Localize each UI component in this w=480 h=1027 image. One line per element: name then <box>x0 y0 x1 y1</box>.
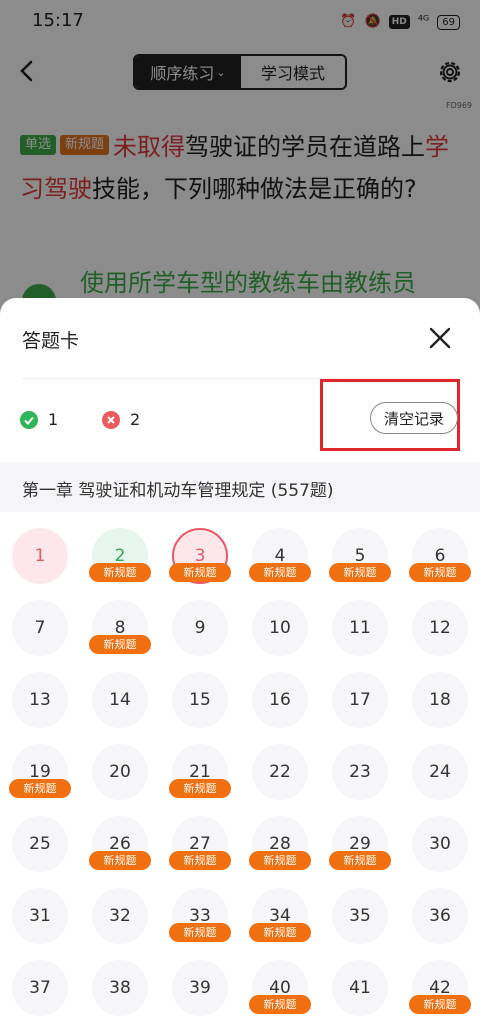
question-number-cell[interactable]: 20 <box>92 744 148 800</box>
question-number-cell[interactable]: 30 <box>412 816 468 872</box>
question-number-cell[interactable]: 35 <box>332 888 388 944</box>
question-number-cell[interactable]: 14 <box>92 672 148 728</box>
question-number-cell[interactable]: 39 <box>172 960 228 1016</box>
new-rule-badge: 新规题 <box>169 851 231 870</box>
new-rule-badge: 新规题 <box>89 851 151 870</box>
new-rule-badge: 新规题 <box>329 851 391 870</box>
cross-icon <box>102 411 120 429</box>
new-rule-badge: 新规题 <box>329 563 391 582</box>
chapter-title: 第一章 驾驶证和机动车管理规定 (557题) <box>22 481 334 501</box>
sheet-title: 答题卡 <box>22 330 80 352</box>
question-number-cell[interactable]: 24 <box>412 744 468 800</box>
new-rule-badge: 新规题 <box>249 923 311 942</box>
new-rule-badge: 新规题 <box>9 779 71 798</box>
question-number-cell[interactable]: 16 <box>252 672 308 728</box>
question-number-cell[interactable]: 12 <box>412 600 468 656</box>
new-rule-badge: 新规题 <box>249 563 311 582</box>
close-icon[interactable] <box>428 326 452 350</box>
question-number-cell[interactable]: 17 <box>332 672 388 728</box>
question-number-cell[interactable]: 25 <box>12 816 68 872</box>
question-number-cell[interactable]: 31 <box>12 888 68 944</box>
new-rule-badge: 新规题 <box>169 779 231 798</box>
question-number-cell[interactable]: 7 <box>12 600 68 656</box>
question-number-cell[interactable]: 15 <box>172 672 228 728</box>
clear-record-button[interactable]: 清空记录 <box>370 402 458 434</box>
question-number-cell[interactable]: 37 <box>12 960 68 1016</box>
new-rule-badge: 新规题 <box>169 563 231 582</box>
correct-count: 1 <box>48 410 59 429</box>
question-number-cell[interactable]: 18 <box>412 672 468 728</box>
new-rule-badge: 新规题 <box>89 563 151 582</box>
new-rule-badge: 新规题 <box>169 923 231 942</box>
new-rule-badge: 新规题 <box>409 995 471 1014</box>
question-number-cell[interactable]: 38 <box>92 960 148 1016</box>
question-number-cell[interactable]: 1 <box>12 528 68 584</box>
question-number-cell[interactable]: 23 <box>332 744 388 800</box>
wrong-count: 2 <box>130 410 141 429</box>
new-rule-badge: 新规题 <box>89 635 151 654</box>
question-number-cell[interactable]: 36 <box>412 888 468 944</box>
answer-card-sheet: 答题卡 1 2 清空记录 第一章 驾驶证和机动车管理规定 (557题) 1 2 新规… <box>0 298 480 1027</box>
question-number-cell[interactable]: 9 <box>172 600 228 656</box>
question-number-cell[interactable]: 32 <box>92 888 148 944</box>
question-grid: 1 2 新规题 3 新规题 4 新规题 5 新规题 6 新规题 7 8 新规题 9 10 11 12 13 14 15 1… <box>0 516 480 1027</box>
question-number-cell[interactable]: 22 <box>252 744 308 800</box>
question-number-cell[interactable]: 41 <box>332 960 388 1016</box>
new-rule-badge: 新规题 <box>409 563 471 582</box>
question-number-cell[interactable]: 11 <box>332 600 388 656</box>
question-number-cell[interactable]: 10 <box>252 600 308 656</box>
new-rule-badge: 新规题 <box>249 851 311 870</box>
check-icon <box>20 411 38 429</box>
question-number-cell[interactable]: 13 <box>12 672 68 728</box>
new-rule-badge: 新规题 <box>249 995 311 1014</box>
